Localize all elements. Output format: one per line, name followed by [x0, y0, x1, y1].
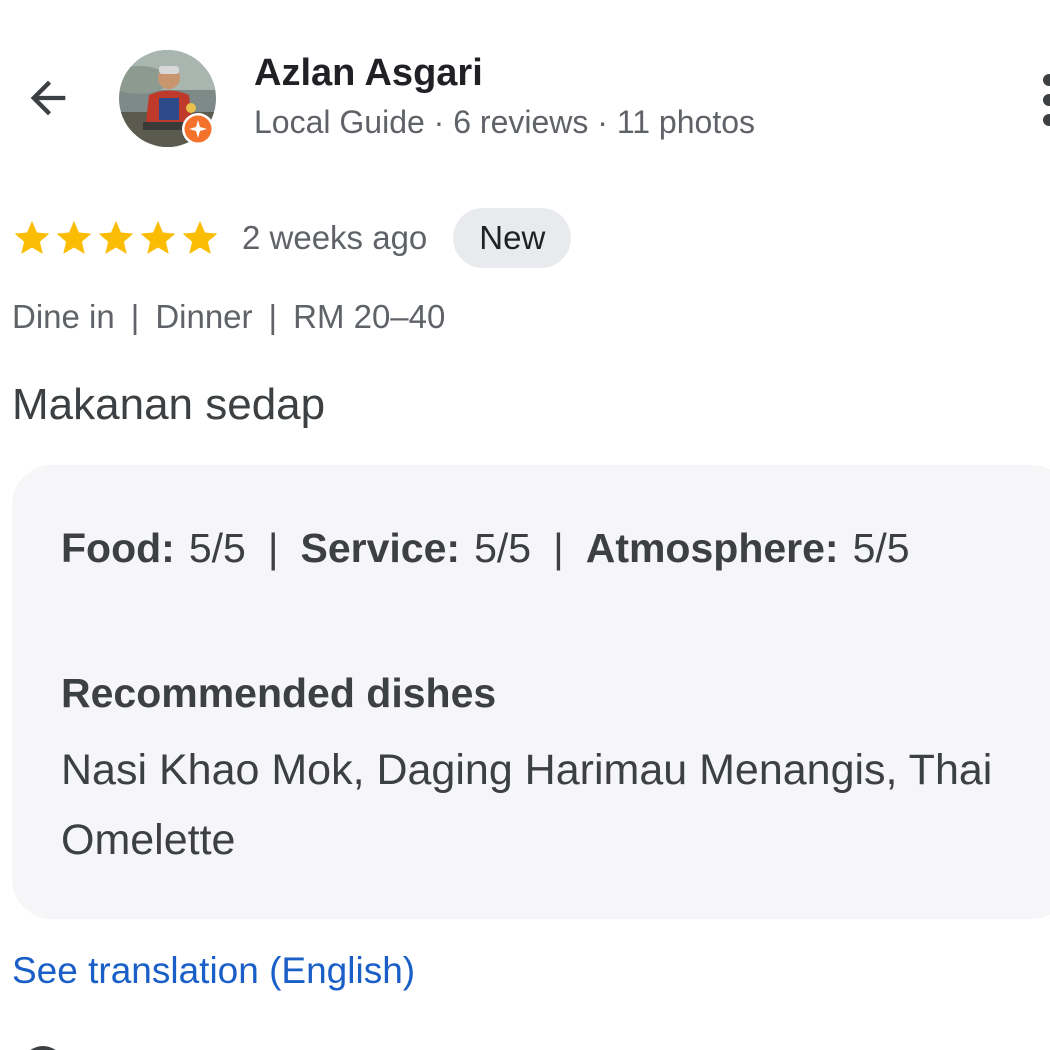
- star-icon: [56, 221, 92, 254]
- back-button[interactable]: [18, 68, 78, 128]
- see-translation-link[interactable]: See translation (English): [12, 950, 415, 992]
- more-options-button[interactable]: [1036, 70, 1050, 130]
- star-icon: [140, 221, 176, 254]
- aspect-ratings: Food: 5/5 | Service: 5/5 | Atmosphere: 5…: [61, 525, 910, 572]
- visit-separator: |: [130, 298, 140, 335]
- visit-meal: Dinner: [155, 298, 253, 335]
- avatar[interactable]: [119, 50, 216, 147]
- service-rating-label: Service:: [300, 525, 461, 571]
- local-guide-badge-icon: [182, 113, 214, 145]
- visit-separator: |: [268, 298, 278, 335]
- more-vert-icon: [1043, 74, 1050, 126]
- atmosphere-rating-value: 5/5: [852, 525, 910, 571]
- new-badge: New: [453, 208, 572, 268]
- visit-type: Dine in: [12, 298, 115, 335]
- review-details-card: Food: 5/5 | Service: 5/5 | Atmosphere: 5…: [12, 465, 1050, 919]
- review-time: 2 weeks ago: [242, 219, 428, 256]
- rating-row: 2 weeks ago New: [12, 208, 572, 268]
- star-icon: [182, 221, 218, 254]
- visit-price: RM 20–40: [293, 298, 446, 335]
- star-icon: [98, 221, 134, 254]
- recommended-dishes: Nasi Khao Mok, Daging Harimau Menangis, …: [61, 746, 993, 864]
- arrow-back-icon: [30, 80, 66, 116]
- author-name[interactable]: Azlan Asgari: [254, 52, 483, 95]
- food-rating-label: Food:: [61, 525, 175, 571]
- star-icon: [14, 221, 50, 254]
- review-text: Makanan sedap: [12, 380, 326, 429]
- rating-separator: |: [553, 525, 564, 571]
- food-rating-value: 5/5: [188, 525, 246, 571]
- rating-separator: |: [267, 525, 279, 571]
- atmosphere-rating-label: Atmosphere:: [585, 525, 839, 571]
- recommended-dishes-title: Recommended dishes: [61, 670, 497, 716]
- visit-info: Dine in | Dinner | RM 20–40: [12, 298, 445, 336]
- like-icon[interactable]: [18, 1040, 68, 1050]
- star-rating: [12, 218, 220, 258]
- author-meta: Local Guide · 6 reviews · 11 photos: [254, 104, 755, 140]
- service-rating-value: 5/5: [474, 525, 532, 571]
- review-page: Azlan Asgari Local Guide · 6 reviews · 1…: [0, 0, 1050, 1050]
